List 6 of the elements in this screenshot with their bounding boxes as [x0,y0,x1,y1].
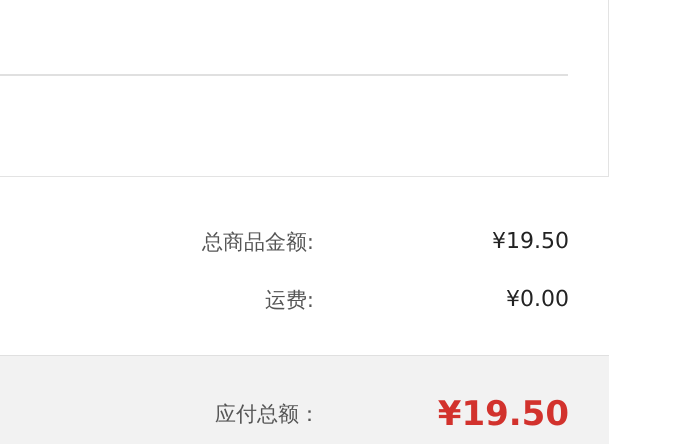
summary-amount: ¥19.50 [491,228,569,256]
total-label: 应付总额： [214,401,320,428]
total-amount: ¥19.50 [436,394,569,434]
summary-label: 运费: [264,287,314,314]
summary-amount: ¥0.00 [505,286,569,314]
summary-label: 总商品金额: [200,229,314,256]
